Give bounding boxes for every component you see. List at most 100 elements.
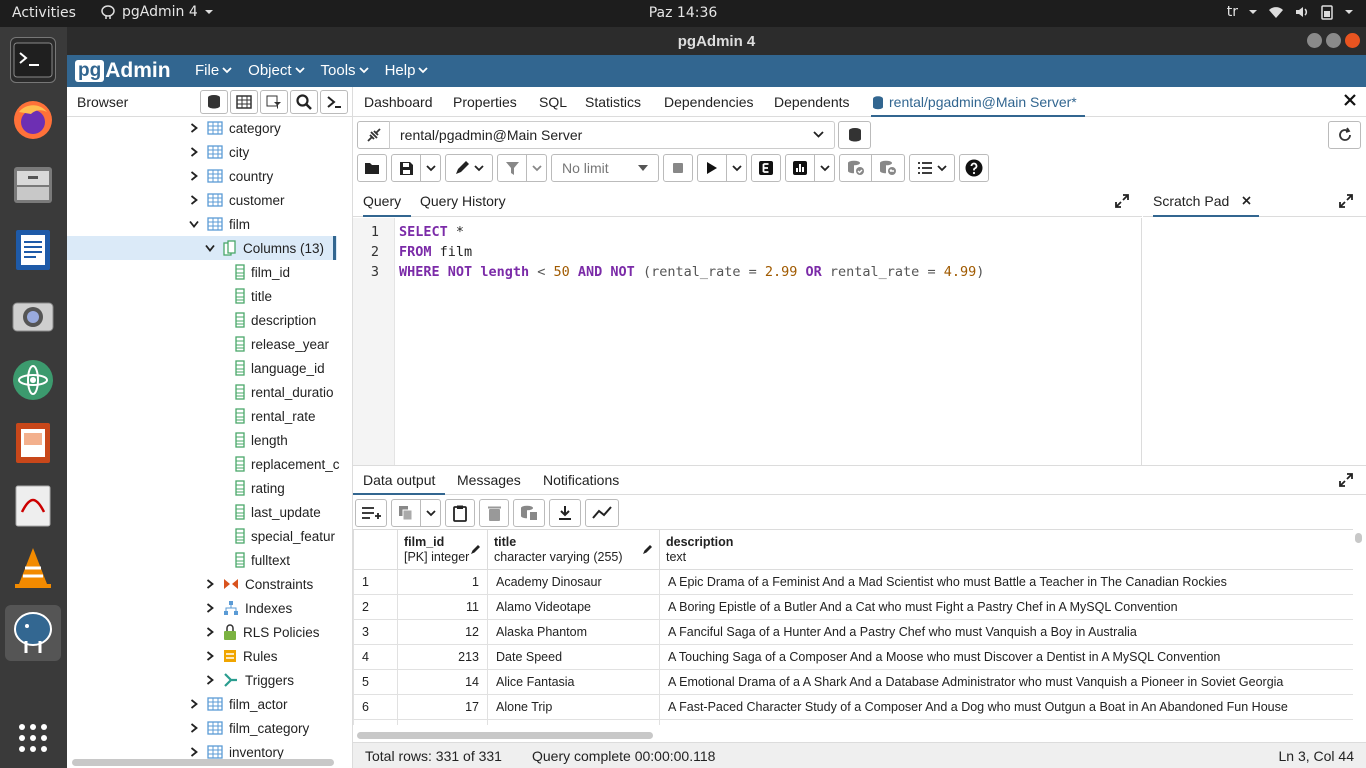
cell-film-id[interactable]: 12	[397, 619, 488, 645]
tab-notifications[interactable]: Notifications	[543, 472, 619, 488]
tree-node-rating[interactable]: rating	[235, 476, 342, 500]
cell-film-id[interactable]: 213	[397, 644, 488, 670]
cell-film-id[interactable]: 14	[397, 669, 488, 695]
row-number[interactable]: 6	[353, 694, 398, 720]
execute-options-dropdown[interactable]	[727, 154, 747, 182]
grid-horizontal-scrollbar[interactable]	[357, 732, 653, 739]
maximize-query-button[interactable]	[1110, 187, 1134, 215]
tree-node-length[interactable]: length	[235, 428, 342, 452]
cell-description[interactable]: A Touching Saga of a Composer And a Moos…	[659, 644, 1353, 670]
dock-camera[interactable]	[10, 292, 56, 338]
explain-options-dropdown[interactable]	[815, 154, 835, 182]
connection-select[interactable]: rental/pgadmin@Main Server	[389, 121, 835, 149]
dock-impress[interactable]	[10, 420, 56, 466]
cell-description[interactable]: A Fast-Paced Character Study of a Compos…	[659, 694, 1353, 720]
cell-film-id[interactable]: 1	[397, 569, 488, 595]
chevron-right-icon[interactable]	[187, 171, 201, 181]
tree-node-film[interactable]: film	[187, 212, 342, 236]
explain-analyze-button[interactable]	[785, 154, 815, 182]
menu-object[interactable]: Object	[248, 62, 305, 79]
show-applications[interactable]	[10, 715, 56, 761]
cell-description[interactable]: A Fanciful Saga of a Hunter And a Pastry…	[659, 619, 1353, 645]
tree-node-category[interactable]: category	[187, 116, 342, 140]
cell-description[interactable]: A Boring Epistle of a Butler And a Cat w…	[659, 594, 1353, 620]
paste-button[interactable]	[445, 499, 475, 527]
tab-scratch-pad[interactable]: Scratch Pad	[1153, 193, 1260, 217]
cell-title[interactable]: Alaska Phantom	[487, 619, 660, 645]
table-row[interactable]: 6 17 Alone Trip A Fast-Paced Character Stud…	[353, 694, 1353, 720]
tree-node-special-featur[interactable]: special_featur	[235, 524, 342, 548]
column-header-film-id[interactable]: film_id [PK] integer	[397, 529, 488, 570]
chevron-right-icon[interactable]	[203, 579, 217, 589]
dock-atom[interactable]	[10, 357, 56, 403]
tree-node-release-year[interactable]: release_year	[235, 332, 342, 356]
table-row[interactable]: 3 12 Alaska Phantom A Fanciful Saga of a Hu…	[353, 619, 1353, 645]
activities-button[interactable]: Activities	[12, 5, 76, 21]
chevron-right-icon[interactable]	[203, 675, 217, 685]
filtered-rows-button[interactable]	[260, 90, 288, 114]
tree-node-customer[interactable]: customer	[187, 188, 342, 212]
limit-select[interactable]: No limit	[551, 154, 659, 182]
tree-node-last-update[interactable]: last_update	[235, 500, 342, 524]
copy-button[interactable]	[391, 499, 421, 527]
filter-button[interactable]	[497, 154, 527, 182]
tree-node-fulltext[interactable]: fulltext	[235, 548, 342, 572]
cell-title[interactable]: Alamo Videotape	[487, 594, 660, 620]
graph-visualiser-button[interactable]	[585, 499, 619, 527]
tree-node-country[interactable]: country	[187, 164, 342, 188]
tree-node-rls-policies[interactable]: RLS Policies	[203, 620, 342, 644]
psql-tool-button[interactable]	[320, 90, 348, 114]
save-data-button[interactable]	[513, 499, 545, 527]
cancel-query-button[interactable]	[663, 154, 693, 182]
dock-vlc[interactable]	[10, 545, 56, 591]
dock-firefox[interactable]	[10, 97, 56, 143]
filter-dropdown[interactable]	[527, 154, 547, 182]
open-file-button[interactable]	[357, 154, 387, 182]
window-title-bar[interactable]: pgAdmin 4	[67, 27, 1366, 55]
tree-node-film-actor[interactable]: film_actor	[187, 692, 342, 716]
execute-button[interactable]	[697, 154, 727, 182]
save-file-button[interactable]	[391, 154, 421, 182]
cell-title[interactable]: Alice Fantasia	[487, 669, 660, 695]
tree-node-indexes[interactable]: Indexes	[203, 596, 342, 620]
app-menu[interactable]: pgAdmin 4	[100, 4, 214, 20]
system-tray[interactable]: tr	[1227, 4, 1354, 20]
menu-help[interactable]: Help	[385, 62, 429, 79]
cell-description[interactable]: A Epic Drama of a Feminist And a Mad Sci…	[659, 569, 1353, 595]
tab-query[interactable]: Query	[363, 193, 412, 217]
refresh-button[interactable]	[1328, 121, 1361, 149]
chevron-right-icon[interactable]	[187, 123, 201, 133]
dock-writer[interactable]	[10, 227, 56, 273]
tab-query-tool[interactable]: rental/pgadmin@Main Server*	[871, 94, 1085, 117]
object-explorer-button[interactable]	[200, 90, 228, 114]
dock-document-viewer[interactable]	[10, 483, 56, 529]
row-number[interactable]: 2	[353, 594, 398, 620]
tab-data-output[interactable]: Data output	[353, 472, 446, 495]
download-button[interactable]	[549, 499, 581, 527]
row-number[interactable]: 3	[353, 619, 398, 645]
chevron-right-icon[interactable]	[187, 195, 201, 205]
menu-tools[interactable]: Tools	[321, 62, 369, 79]
chevron-right-icon[interactable]	[187, 147, 201, 157]
chevron-right-icon[interactable]	[203, 627, 217, 637]
connection-status-button[interactable]	[357, 121, 390, 149]
row-number[interactable]: 4	[353, 644, 398, 670]
chevron-right-icon[interactable]	[203, 603, 217, 613]
view-data-button[interactable]	[230, 90, 258, 114]
add-row-button[interactable]	[355, 499, 387, 527]
cell-title[interactable]: Alone Trip	[487, 694, 660, 720]
table-row[interactable]: 1 1 Academy Dinosaur A Epic Drama of a Femi…	[353, 569, 1353, 595]
table-row[interactable]: 2 11 Alamo Videotape A Boring Epistle of a …	[353, 594, 1353, 620]
chevron-right-icon[interactable]	[187, 747, 201, 757]
table-row[interactable]: 4 213 Date Speed A Touching Saga of a Compo…	[353, 644, 1353, 670]
tab-messages[interactable]: Messages	[457, 472, 521, 488]
tree-node-film-id[interactable]: film_id	[235, 260, 342, 284]
tab-dashboard[interactable]: Dashboard	[364, 94, 433, 110]
close-window-button[interactable]	[1345, 33, 1360, 48]
chevron-down-icon[interactable]	[203, 244, 217, 252]
cell-film-id[interactable]: 11	[397, 594, 488, 620]
chevron-down-icon[interactable]	[187, 220, 201, 228]
tree-node-rental-duratio[interactable]: rental_duratio	[235, 380, 342, 404]
delete-button[interactable]	[479, 499, 509, 527]
menu-file[interactable]: File	[195, 62, 232, 79]
